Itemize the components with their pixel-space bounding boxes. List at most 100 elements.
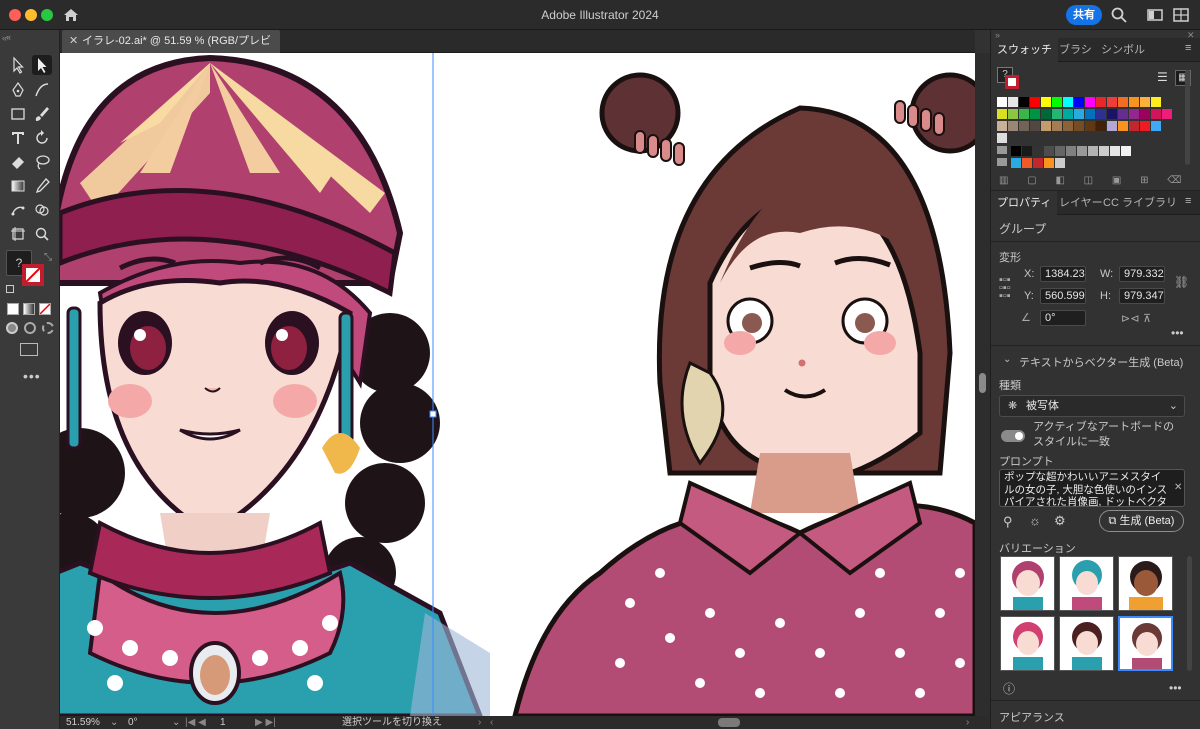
- clear-prompt-icon[interactable]: ✕: [1174, 482, 1182, 493]
- color-swatch[interactable]: [1107, 109, 1117, 119]
- color-swatch[interactable]: [1151, 121, 1161, 131]
- gradient-mode-icon[interactable]: [23, 303, 35, 315]
- none-mode-icon[interactable]: [39, 303, 51, 315]
- color-swatch[interactable]: [1041, 109, 1051, 119]
- share-button[interactable]: 共有: [1066, 5, 1102, 25]
- color-swatch[interactable]: [1129, 121, 1139, 131]
- text-to-vector-label[interactable]: テキストからベクター生成 (Beta): [1019, 354, 1183, 370]
- paintbrush-tool-icon[interactable]: [32, 104, 52, 124]
- next-artboard-icon[interactable]: ▶ ▶|: [255, 716, 276, 729]
- lightbulb-icon[interactable]: ☼: [1029, 513, 1041, 528]
- artboard-number[interactable]: 1: [220, 716, 226, 729]
- gradient-tool-icon[interactable]: [8, 176, 28, 196]
- color-swatch[interactable]: [1074, 121, 1084, 131]
- color-swatch[interactable]: [1121, 146, 1131, 156]
- kind-dropdown[interactable]: ❋ 被写体 ⌄: [999, 395, 1185, 417]
- stroke-swatch[interactable]: [22, 264, 44, 286]
- color-swatch[interactable]: [1074, 109, 1084, 119]
- rotation-value[interactable]: 0°: [128, 716, 138, 729]
- color-swatch[interactable]: [1118, 97, 1128, 107]
- color-swatch[interactable]: [1008, 109, 1018, 119]
- color-swatch[interactable]: [1044, 158, 1054, 168]
- eyedropper-tool-icon[interactable]: [32, 176, 52, 196]
- color-swatch[interactable]: [1011, 146, 1021, 156]
- h-field[interactable]: 979.347: [1119, 288, 1165, 304]
- screen-mode-icon[interactable]: [20, 343, 38, 356]
- horizontal-scroll-thumb[interactable]: [718, 718, 740, 727]
- more-tools-icon[interactable]: •••: [23, 368, 41, 384]
- x-field[interactable]: 1384.23: [1040, 266, 1086, 282]
- color-swatch[interactable]: [1019, 109, 1029, 119]
- color-swatch[interactable]: [1030, 109, 1040, 119]
- color-swatch[interactable]: [1140, 121, 1150, 131]
- variation-thumbnail[interactable]: [1000, 556, 1055, 611]
- first-artboard-icon[interactable]: |◀ ◀: [185, 716, 206, 729]
- generate-button[interactable]: ⧉ 生成 (Beta): [1099, 510, 1184, 532]
- color-swatch[interactable]: [1022, 146, 1032, 156]
- color-swatch[interactable]: [1033, 146, 1043, 156]
- default-colors-icon[interactable]: [6, 285, 14, 293]
- variations-scrollbar[interactable]: [1187, 556, 1192, 671]
- color-swatch[interactable]: [1140, 109, 1150, 119]
- color-swatch[interactable]: [1022, 158, 1032, 168]
- color-swatch[interactable]: [1118, 109, 1128, 119]
- color-swatch[interactable]: [1033, 158, 1043, 168]
- prompt-input[interactable]: ポップな超かわいいアニメスタイルの女の子, 大胆な色使いのインスパイアされた肖像…: [999, 469, 1185, 507]
- color-swatch[interactable]: [1066, 146, 1076, 156]
- color-swatch[interactable]: [1052, 121, 1062, 131]
- w-field[interactable]: 979.332: [1119, 266, 1165, 282]
- shape-builder-tool-icon[interactable]: [32, 200, 52, 220]
- tab-brushes[interactable]: ブラシ: [1053, 38, 1098, 62]
- color-swatch[interactable]: [1008, 97, 1018, 107]
- rotate-tool-icon[interactable]: [32, 128, 52, 148]
- zoom-tool-icon[interactable]: [32, 224, 52, 244]
- list-view-icon[interactable]: ☰: [1157, 70, 1168, 84]
- type-tool-icon[interactable]: [8, 128, 28, 148]
- rectangle-tool-icon[interactable]: [8, 104, 28, 124]
- color-swatch[interactable]: [1129, 109, 1139, 119]
- color-swatch[interactable]: [1107, 121, 1117, 131]
- flip-vertical-icon[interactable]: ⊼: [1143, 312, 1151, 325]
- eraser-tool-icon[interactable]: [8, 152, 28, 172]
- tab-swatches[interactable]: スウォッチ: [991, 38, 1058, 62]
- color-swatch[interactable]: [997, 109, 1007, 119]
- panel-menu-icon[interactable]: ≡: [1185, 42, 1191, 54]
- color-swatch[interactable]: [1085, 121, 1095, 131]
- color-swatch[interactable]: [1096, 121, 1106, 131]
- color-swatch[interactable]: [1088, 146, 1098, 156]
- color-swatch[interactable]: [1055, 158, 1065, 168]
- color-swatch[interactable]: [1099, 146, 1109, 156]
- y-field[interactable]: 560.599: [1040, 288, 1086, 304]
- reference-point-icon[interactable]: ▪▫▪ ▫▪▫ ▪▫▪: [999, 275, 1015, 302]
- chevron-down-icon[interactable]: ⌄: [1003, 354, 1011, 365]
- search-icon[interactable]: [1110, 6, 1128, 24]
- variation-thumbnail-selected[interactable]: [1118, 616, 1173, 671]
- color-swatch[interactable]: [1162, 109, 1172, 119]
- swap-fill-stroke-icon[interactable]: ⤡: [44, 252, 52, 263]
- tab-properties[interactable]: プロパティ: [991, 191, 1058, 215]
- color-swatch[interactable]: [1085, 109, 1095, 119]
- rotation-dropdown-icon[interactable]: ⌄: [172, 716, 180, 729]
- color-swatch[interactable]: [1063, 121, 1073, 131]
- settings-gear-icon[interactable]: ⚙: [1054, 513, 1066, 529]
- panel-menu-icon[interactable]: ≡: [1185, 195, 1191, 207]
- color-swatch[interactable]: [1118, 121, 1128, 131]
- variation-thumbnail[interactable]: [1118, 556, 1173, 611]
- lasso-tool-icon[interactable]: [32, 152, 52, 172]
- color-swatch[interactable]: [1052, 109, 1062, 119]
- color-swatch[interactable]: [1041, 97, 1051, 107]
- status-arrow-icon[interactable]: ›: [478, 716, 481, 729]
- swatch-scrollbar[interactable]: [1185, 70, 1190, 165]
- artboard-tool-icon[interactable]: [8, 224, 28, 244]
- color-swatch[interactable]: [1019, 121, 1029, 131]
- color-swatch[interactable]: [1074, 97, 1084, 107]
- color-swatch[interactable]: [1041, 121, 1051, 131]
- arrange-documents-icon[interactable]: [1172, 6, 1190, 24]
- draw-inside-icon[interactable]: [42, 322, 54, 334]
- color-swatch[interactable]: [1030, 121, 1040, 131]
- variation-thumbnail[interactable]: [1000, 616, 1055, 671]
- variation-thumbnail[interactable]: [1059, 556, 1114, 611]
- info-icon[interactable]: ⓘ: [1003, 680, 1015, 697]
- collapse-left-icon[interactable]: «: [2, 33, 7, 43]
- color-swatch[interactable]: [1063, 97, 1073, 107]
